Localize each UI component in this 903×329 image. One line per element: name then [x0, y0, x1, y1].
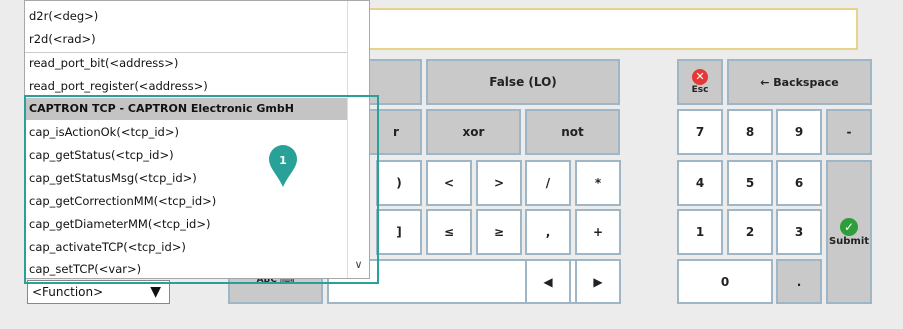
digit-6-button[interactable]: 6 — [776, 160, 822, 206]
not-button[interactable]: not — [525, 109, 620, 155]
plus-button[interactable]: + — [575, 209, 621, 255]
greater-equal-button[interactable]: ≥ — [476, 209, 522, 255]
expression-field[interactable] — [368, 8, 858, 50]
greater-than-button[interactable]: > — [476, 160, 522, 206]
false-lo-button[interactable]: False (LO) — [426, 59, 620, 105]
list-item[interactable]: d2r(<deg>) — [25, 5, 349, 27]
cursor-right-button[interactable]: ▶ — [575, 259, 621, 304]
digit-9-button[interactable]: 9 — [776, 109, 822, 155]
digit-4-label: 4 — [695, 176, 705, 190]
digit-2-label: 2 — [745, 225, 755, 239]
digit-1-button[interactable]: 1 — [677, 209, 723, 255]
less-than-button[interactable]: < — [426, 160, 472, 206]
close-icon: ✕ — [692, 69, 708, 85]
comma-label: , — [545, 225, 551, 239]
comma-button[interactable]: , — [525, 209, 571, 255]
digit-5-label: 5 — [745, 176, 755, 190]
digit-0-label: 0 — [720, 274, 730, 289]
submit-button[interactable]: ✓ Submit — [826, 160, 872, 304]
xor-label: xor — [462, 125, 485, 139]
or-label: r — [393, 125, 399, 139]
divide-button[interactable]: / — [525, 160, 571, 206]
multiply-label: * — [594, 176, 602, 190]
less-equal-label: ≤ — [443, 225, 455, 239]
digit-7-label: 7 — [695, 125, 705, 139]
plus-label: + — [592, 225, 604, 239]
close-bracket-label: ] — [396, 225, 402, 239]
not-label: not — [561, 125, 584, 139]
function-select-value: <Function> — [32, 285, 104, 299]
backspace-label: ← Backspace — [760, 75, 839, 89]
digit-8-button[interactable]: 8 — [727, 109, 773, 155]
digit-4-button[interactable]: 4 — [677, 160, 723, 206]
close-paren-label: ) — [396, 176, 402, 190]
multiply-button[interactable]: * — [575, 160, 621, 206]
esc-button[interactable]: ✕ Esc — [677, 59, 723, 105]
close-bracket-button[interactable]: ] — [376, 209, 422, 255]
marker-number: 1 — [279, 154, 287, 167]
xor-button[interactable]: xor — [426, 109, 521, 155]
digit-7-button[interactable]: 7 — [677, 109, 723, 155]
list-item[interactable]: read_port_bit(<address>) — [25, 52, 349, 74]
checkmark-icon: ✓ — [840, 217, 858, 236]
list-item[interactable]: r2d(<rad>) — [25, 28, 349, 50]
decimal-label: . — [796, 274, 802, 289]
submit-label: Submit — [828, 235, 870, 247]
greater-than-label: > — [493, 176, 505, 190]
backspace-button[interactable]: ← Backspace — [727, 59, 872, 105]
digit-3-label: 3 — [794, 225, 804, 239]
digit-1-label: 1 — [695, 225, 705, 239]
cursor-left-button[interactable]: ◀ — [525, 259, 571, 304]
divide-label: / — [545, 176, 551, 190]
digit-9-label: 9 — [794, 125, 804, 139]
digit-0-button[interactable]: 0 — [677, 259, 773, 304]
esc-label: Esc — [691, 85, 709, 95]
decimal-button[interactable]: . — [776, 259, 822, 304]
digit-6-label: 6 — [794, 176, 804, 190]
close-paren-button[interactable]: ) — [376, 160, 422, 206]
cursor-right-icon: ▶ — [593, 274, 603, 289]
minus-label: - — [846, 125, 852, 139]
marker-pin-icon: 1 — [268, 144, 298, 188]
digit-3-button[interactable]: 3 — [776, 209, 822, 255]
list-item[interactable]: read_port_register(<address>) — [25, 75, 349, 97]
digit-5-button[interactable]: 5 — [727, 160, 773, 206]
digit-2-button[interactable]: 2 — [727, 209, 773, 255]
false-lo-label: False (LO) — [489, 75, 557, 89]
greater-equal-label: ≥ — [493, 225, 505, 239]
less-equal-button[interactable]: ≤ — [426, 209, 472, 255]
minus-button[interactable]: - — [826, 109, 872, 155]
cursor-left-icon: ◀ — [543, 274, 553, 289]
highlight-frame — [24, 95, 379, 284]
chevron-down-icon: ▼ — [150, 284, 161, 300]
digit-8-label: 8 — [745, 125, 755, 139]
less-than-label: < — [443, 176, 455, 190]
